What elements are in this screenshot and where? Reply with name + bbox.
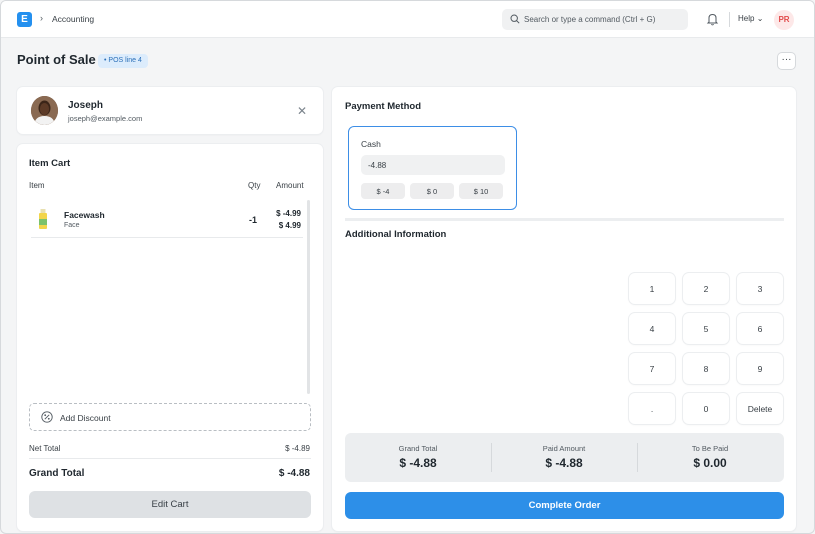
quick-amount-button[interactable]: $ 0 [410,183,454,199]
close-icon[interactable]: ✕ [297,104,307,118]
app-window: E › Accounting Help ⌄ PR Point of Sale •… [0,0,815,534]
item-cart-card: Item Cart Item Qty Amount Facewash Face … [17,144,323,531]
help-dropdown[interactable]: Help ⌄ [738,14,763,23]
navbar: E › Accounting Help ⌄ PR [1,1,814,38]
add-discount-button[interactable]: Add Discount [29,403,311,431]
grand-total-label: Grand Total [29,468,85,479]
search-input[interactable] [524,9,684,30]
search-icon [510,14,520,24]
cart-item-amount: $ -4.99 [276,209,301,218]
keypad-key-9[interactable]: 9 [737,353,783,384]
edit-cart-button[interactable]: Edit Cart [29,491,311,518]
summary-to-be-paid-value: $ 0.00 [693,456,727,470]
quick-amount-button[interactable]: $ -4 [361,183,405,199]
customer-email: joseph@example.com [68,114,143,123]
keypad-key-0[interactable]: 0 [683,393,729,424]
keypad-delete-button[interactable]: Delete [737,393,783,424]
summary-grand-total-value: $ -4.88 [399,456,437,470]
totals-divider [29,458,311,459]
navbar-divider [729,12,730,27]
summary-paid-amount-label: Paid Amount [542,444,586,453]
page-title: Point of Sale [17,52,96,67]
help-label: Help [738,14,755,23]
keypad-key-8[interactable]: 8 [683,353,729,384]
customer-card[interactable]: Joseph joseph@example.com ✕ [17,87,323,134]
cart-item-name: Facewash [64,210,105,220]
add-discount-label: Add Discount [60,413,111,423]
keypad-key-7[interactable]: 7 [629,353,675,384]
summary-to-be-paid-label: To Be Paid [691,444,729,453]
customer-avatar [31,96,58,125]
payment-method-title: Payment Method [345,101,422,112]
summary-grand-total-label: Grand Total [398,444,438,453]
cart-scrollbar[interactable] [307,200,310,394]
keypad-key-2[interactable]: 2 [683,273,729,304]
keypad-key-5[interactable]: 5 [683,313,729,344]
grand-total-value: $ -4.88 [278,468,310,479]
keypad-key-decimal[interactable]: . [629,393,675,424]
summary-paid-amount-value: $ -4.88 [545,456,583,470]
keypad-key-4[interactable]: 4 [629,313,675,344]
customer-name: Joseph [68,100,104,111]
net-total-value: $ -4.89 [285,444,310,453]
search-bar[interactable] [502,9,688,30]
keypad-key-6[interactable]: 6 [737,313,783,344]
additional-information-title: Additional Information [345,229,447,240]
user-avatar[interactable]: PR [774,10,794,30]
customer-photo [31,96,58,125]
facewash-product-image [39,209,47,229]
app-logo[interactable]: E [17,12,32,27]
keypad-key-3[interactable]: 3 [737,273,783,304]
summary-to-be-paid: To Be Paid $ 0.00 [637,433,783,482]
cart-item-rate: $ 4.99 [278,221,301,230]
payment-card: Payment Method Cash $ -4 $ 0 $ 10 Additi… [332,87,796,531]
payment-totals-summary: Grand Total $ -4.88 Paid Amount $ -4.88 … [345,433,784,482]
cart-item-qty: -1 [249,215,258,225]
column-header-qty: Qty [248,181,261,190]
payment-mode-label: Cash [361,139,381,149]
section-divider [345,218,784,221]
quick-amount-button[interactable]: $ 10 [459,183,503,199]
cart-item-group: Face [64,222,80,229]
summary-paid-amount: Paid Amount $ -4.88 [491,433,637,482]
column-header-item: Item [29,181,45,190]
breadcrumb-accounting[interactable]: Accounting [52,14,94,24]
cart-item-row[interactable]: Facewash Face -1 $ -4.99 $ 4.99 [31,202,303,238]
keypad-key-1[interactable]: 1 [629,273,675,304]
discount-icon [41,411,53,423]
pos-profile-badge: • POS line 4 [98,54,148,68]
complete-order-button[interactable]: Complete Order [345,492,784,519]
chevron-down-icon: ⌄ [756,14,764,23]
more-options-button[interactable]: ··· [777,52,796,70]
breadcrumb-separator-icon: › [40,13,43,23]
column-header-amount: Amount [276,181,304,190]
notification-bell-icon[interactable] [706,12,719,26]
item-cart-title: Item Cart [29,158,71,169]
payment-mode-cash[interactable]: Cash $ -4 $ 0 $ 10 [348,126,517,210]
cash-amount-input[interactable] [361,155,505,175]
summary-grand-total: Grand Total $ -4.88 [345,433,491,482]
net-total-label: Net Total [29,444,61,453]
